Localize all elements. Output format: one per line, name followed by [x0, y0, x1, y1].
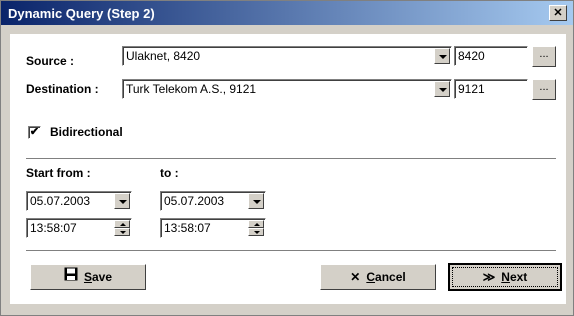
- spin-up-icon[interactable]: [248, 220, 264, 228]
- end-time-spinner[interactable]: 13:58:07: [160, 218, 266, 238]
- save-label-rest: ave: [91, 270, 113, 284]
- save-button[interactable]: Save: [30, 264, 146, 290]
- cancel-mnemonic: C: [366, 270, 376, 284]
- dialog-window: Dynamic Query (Step 2) ✕ Source : Ulakne…: [0, 0, 574, 316]
- chevron-down-icon[interactable]: [114, 193, 130, 209]
- spin-down-icon[interactable]: [114, 228, 130, 236]
- chevron-down-icon[interactable]: [434, 48, 450, 64]
- source-combo[interactable]: Ulaknet, 8420: [122, 46, 452, 66]
- source-label: Source :: [26, 54, 75, 68]
- save-mnemonic: S: [83, 270, 92, 284]
- floppy-icon: [64, 265, 78, 289]
- dialog-body: Source : Ulaknet, 8420 8420 ... Destinat…: [9, 33, 567, 305]
- cancel-label-rest: ancel: [375, 270, 406, 284]
- double-chevron-icon: ≫: [482, 270, 496, 284]
- end-date-picker[interactable]: 05.07.2003: [160, 191, 266, 211]
- x-icon: ✕: [350, 270, 361, 284]
- start-date-value: 05.07.2003: [30, 194, 91, 208]
- chevron-down-icon[interactable]: [434, 81, 450, 97]
- destination-code-value: 9121: [458, 82, 485, 96]
- next-mnemonic: N: [501, 270, 510, 284]
- source-code-field[interactable]: 8420: [454, 46, 528, 66]
- spin-down-icon[interactable]: [248, 228, 264, 236]
- destination-value: Turk Telekom A.S., 9121: [126, 82, 257, 96]
- chevron-down-icon[interactable]: [248, 193, 264, 209]
- start-label: Start from :: [26, 166, 91, 180]
- destination-label: Destination :: [26, 82, 99, 96]
- spin-up-icon[interactable]: [114, 220, 130, 228]
- divider: [26, 158, 556, 160]
- divider: [26, 250, 556, 252]
- source-value: Ulaknet, 8420: [126, 49, 201, 63]
- end-date-value: 05.07.2003: [164, 194, 225, 208]
- source-browse-button[interactable]: ...: [532, 46, 556, 67]
- end-label: to :: [160, 166, 179, 180]
- destination-browse-button[interactable]: ...: [532, 79, 556, 100]
- destination-code-field[interactable]: 9121: [454, 79, 528, 99]
- source-code-value: 8420: [458, 49, 485, 63]
- bidirectional-checkbox[interactable]: ✔: [28, 126, 41, 139]
- close-icon[interactable]: ✕: [549, 5, 567, 21]
- start-time-value: 13:58:07: [30, 221, 77, 235]
- start-time-spinner[interactable]: 13:58:07: [26, 218, 132, 238]
- window-title: Dynamic Query (Step 2): [8, 6, 155, 21]
- title-bar[interactable]: Dynamic Query (Step 2) ✕: [1, 1, 573, 25]
- cancel-button[interactable]: ✕ Cancel: [320, 264, 436, 290]
- next-button[interactable]: ≫ Next: [448, 263, 562, 291]
- next-label-rest: ext: [509, 270, 528, 284]
- destination-combo[interactable]: Turk Telekom A.S., 9121: [122, 79, 452, 99]
- start-date-picker[interactable]: 05.07.2003: [26, 191, 132, 211]
- bidirectional-label[interactable]: Bidirectional: [50, 125, 123, 139]
- end-time-value: 13:58:07: [164, 221, 211, 235]
